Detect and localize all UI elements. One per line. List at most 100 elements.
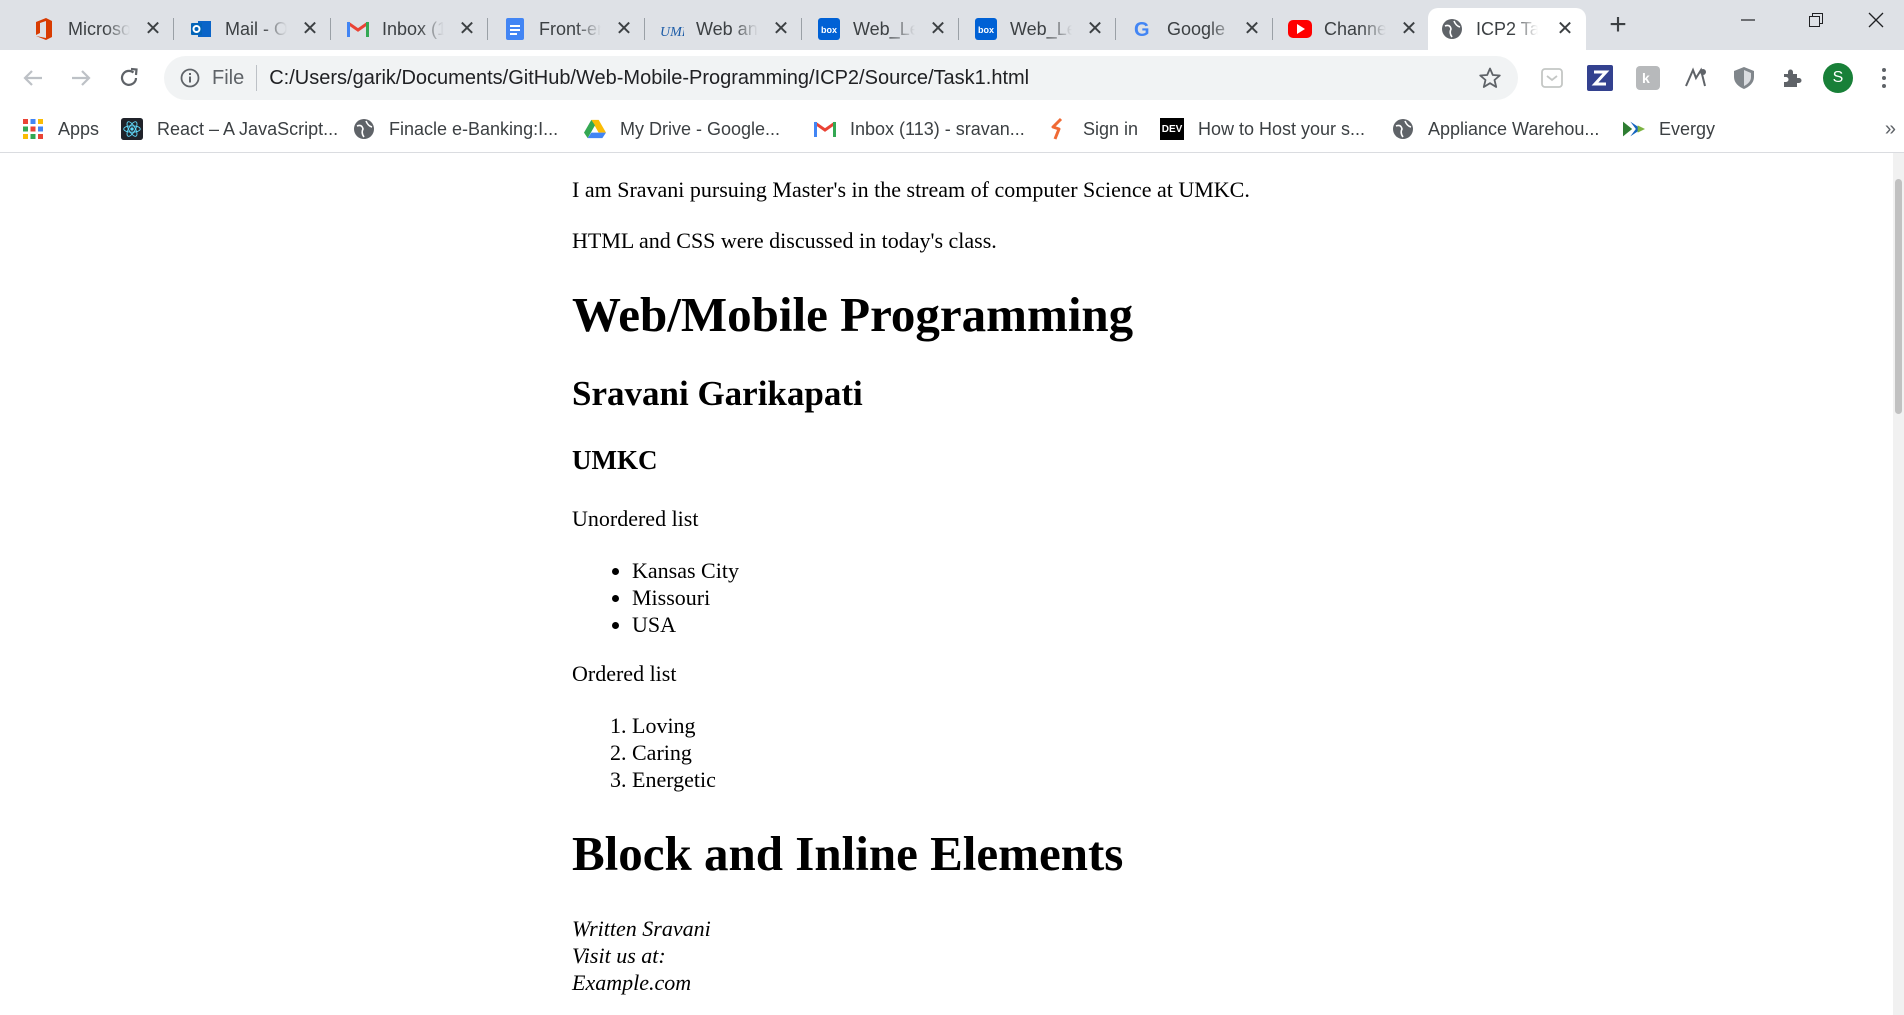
bookmark-label: Inbox (113) - sravan... — [850, 118, 1025, 139]
list-item: Loving — [632, 712, 716, 739]
shield-icon[interactable] — [1730, 64, 1758, 92]
bookmark-react[interactable]: React – A JavaScript... — [121, 116, 338, 142]
more-menu-icon[interactable] — [1876, 64, 1892, 92]
url-text[interactable]: C:/Users/garik/Documents/GitHub/Web-Mobi… — [269, 67, 1029, 90]
tab-umkc[interactable]: UMKC Web and Mobile ✕ — [648, 8, 802, 50]
tab-google[interactable]: G Google ✕ — [1119, 8, 1273, 50]
main-heading: Web/Mobile Programming — [572, 287, 1134, 342]
tab-icp2-active[interactable]: ICP2 Task1 ✕ — [1428, 8, 1586, 50]
bookmark-label: Appliance Warehou... — [1428, 118, 1600, 139]
close-icon[interactable]: ✕ — [1398, 17, 1420, 40]
page-viewport: I am Sravani pursuing Master's in the st… — [0, 153, 1893, 1015]
omnibox-divider — [256, 65, 258, 91]
block-inline-heading: Block and Inline Elements — [572, 826, 1124, 881]
bookmark-star-icon[interactable] — [1478, 66, 1502, 90]
close-icon[interactable]: ✕ — [142, 17, 164, 40]
tab-title: Channel — [1324, 18, 1386, 39]
bookmarks-bar: Apps React – A JavaScript... Finacle e-B… — [0, 106, 1904, 153]
gmail-icon — [346, 17, 370, 41]
tab-box-1[interactable]: box Web_Lesson ✕ — [805, 8, 959, 50]
name-heading: Sravani Garikapati — [572, 374, 863, 413]
globe-icon — [1392, 118, 1414, 140]
vertical-scrollbar[interactable] — [1893, 153, 1904, 1015]
grammar-extension-icon[interactable] — [1682, 64, 1710, 92]
address-bar[interactable]: File C:/Users/garik/Documents/GitHub/Web… — [164, 56, 1518, 100]
toolbar: File C:/Users/garik/Documents/GitHub/Web… — [0, 50, 1904, 106]
evergy-icon — [1623, 118, 1645, 140]
bookmark-label: Evergy — [1659, 118, 1716, 139]
tab-gmail-inbox[interactable]: Inbox (113) ✕ — [334, 8, 488, 50]
back-button[interactable] — [16, 61, 50, 95]
close-icon[interactable]: ✕ — [1084, 17, 1106, 40]
react-icon — [121, 118, 143, 140]
tab-title: Web_Lesson — [853, 18, 915, 39]
back-arrow-icon — [23, 70, 42, 86]
dev-icon: DEV — [1160, 118, 1184, 140]
list-item: Kansas City — [632, 557, 739, 584]
tab-title: ICP2 Task1 — [1476, 18, 1538, 39]
bookmark-my-drive[interactable]: My Drive - Google... — [584, 116, 780, 142]
info-icon[interactable] — [178, 66, 202, 90]
tab-title: Front-end — [539, 18, 601, 39]
close-icon[interactable]: ✕ — [1554, 17, 1576, 40]
close-window-icon[interactable] — [1848, 0, 1904, 40]
tab-separator — [487, 18, 488, 40]
tab-title: Mail - Outlook — [225, 18, 287, 39]
tab-office[interactable]: Microsoft Office Home ✕ — [20, 8, 174, 50]
reload-button[interactable] — [112, 61, 146, 95]
tab-title: Google — [1167, 18, 1226, 39]
pocket-extension-icon[interactable] — [1538, 64, 1566, 92]
tab-strip: Microsoft Office Home ✕ Mail - Outlook ✕… — [0, 0, 1904, 50]
list-item: Missouri — [632, 584, 739, 611]
tab-separator — [1115, 18, 1116, 40]
keyboard-extension-icon[interactable]: k — [1634, 64, 1662, 92]
scheme-label: File — [212, 66, 245, 89]
address-line: Visit us at: — [572, 943, 666, 968]
globe-icon — [353, 118, 375, 140]
bookmark-appliance-warehouse[interactable]: Appliance Warehou... — [1392, 116, 1599, 142]
bookmarks-overflow-icon[interactable]: » — [1885, 118, 1896, 141]
extensions-puzzle-icon[interactable] — [1778, 64, 1806, 92]
tab-outlook[interactable]: Mail - Outlook ✕ — [177, 8, 331, 50]
zotero-extension-icon[interactable] — [1586, 64, 1614, 92]
bookmark-finacle[interactable]: Finacle e-Banking:I... — [353, 116, 558, 142]
bookmark-label: My Drive - Google... — [620, 118, 781, 139]
bookmark-sign-in[interactable]: Sign in — [1047, 116, 1138, 142]
forward-arrow-icon — [72, 70, 91, 86]
tab-box-2[interactable]: box Web_Lesson ✕ — [962, 8, 1116, 50]
bookmark-label: React – A JavaScript... — [157, 118, 339, 139]
bookmark-dev-host[interactable]: DEV How to Host your s... — [1160, 116, 1365, 142]
tab-title: Web_Lesson — [1010, 18, 1072, 39]
svg-text:box: box — [978, 25, 994, 35]
bookmark-label: How to Host your s... — [1198, 118, 1366, 139]
forward-button[interactable] — [64, 61, 98, 95]
box-icon: box — [974, 17, 998, 41]
close-icon[interactable]: ✕ — [927, 17, 949, 40]
bookmark-evergy[interactable]: Evergy — [1623, 116, 1715, 142]
restore-icon[interactable] — [1788, 0, 1844, 40]
close-icon[interactable]: ✕ — [456, 17, 478, 40]
profile-avatar[interactable]: S — [1823, 63, 1853, 93]
close-icon[interactable]: ✕ — [299, 17, 321, 40]
bookmark-apps[interactable]: Apps — [22, 116, 99, 142]
tab-youtube[interactable]: Channel ✕ — [1276, 8, 1430, 50]
close-icon[interactable]: ✕ — [1241, 17, 1263, 40]
apps-grid-icon — [22, 118, 44, 140]
box-icon: box — [817, 17, 841, 41]
tab-separator — [801, 18, 802, 40]
scrollbar-thumb[interactable] — [1895, 179, 1902, 414]
youtube-icon — [1288, 17, 1312, 41]
tab-title: Microsoft Office Home — [68, 18, 130, 39]
new-tab-button[interactable]: + — [1600, 8, 1636, 41]
bookmark-label: Apps — [58, 118, 100, 139]
tab-docs[interactable]: Front-end ✕ — [491, 8, 645, 50]
list-item: Caring — [632, 739, 716, 766]
globe-icon — [1440, 17, 1464, 41]
dev-badge: DEV — [1161, 123, 1183, 135]
minimize-icon[interactable] — [1720, 0, 1776, 40]
umkc-icon: UMKC — [660, 17, 684, 41]
svg-text:UMKC: UMKC — [660, 25, 684, 40]
bookmark-gmail-inbox[interactable]: Inbox (113) - sravan... — [814, 116, 1025, 142]
close-icon[interactable]: ✕ — [770, 17, 792, 40]
close-icon[interactable]: ✕ — [613, 17, 635, 40]
